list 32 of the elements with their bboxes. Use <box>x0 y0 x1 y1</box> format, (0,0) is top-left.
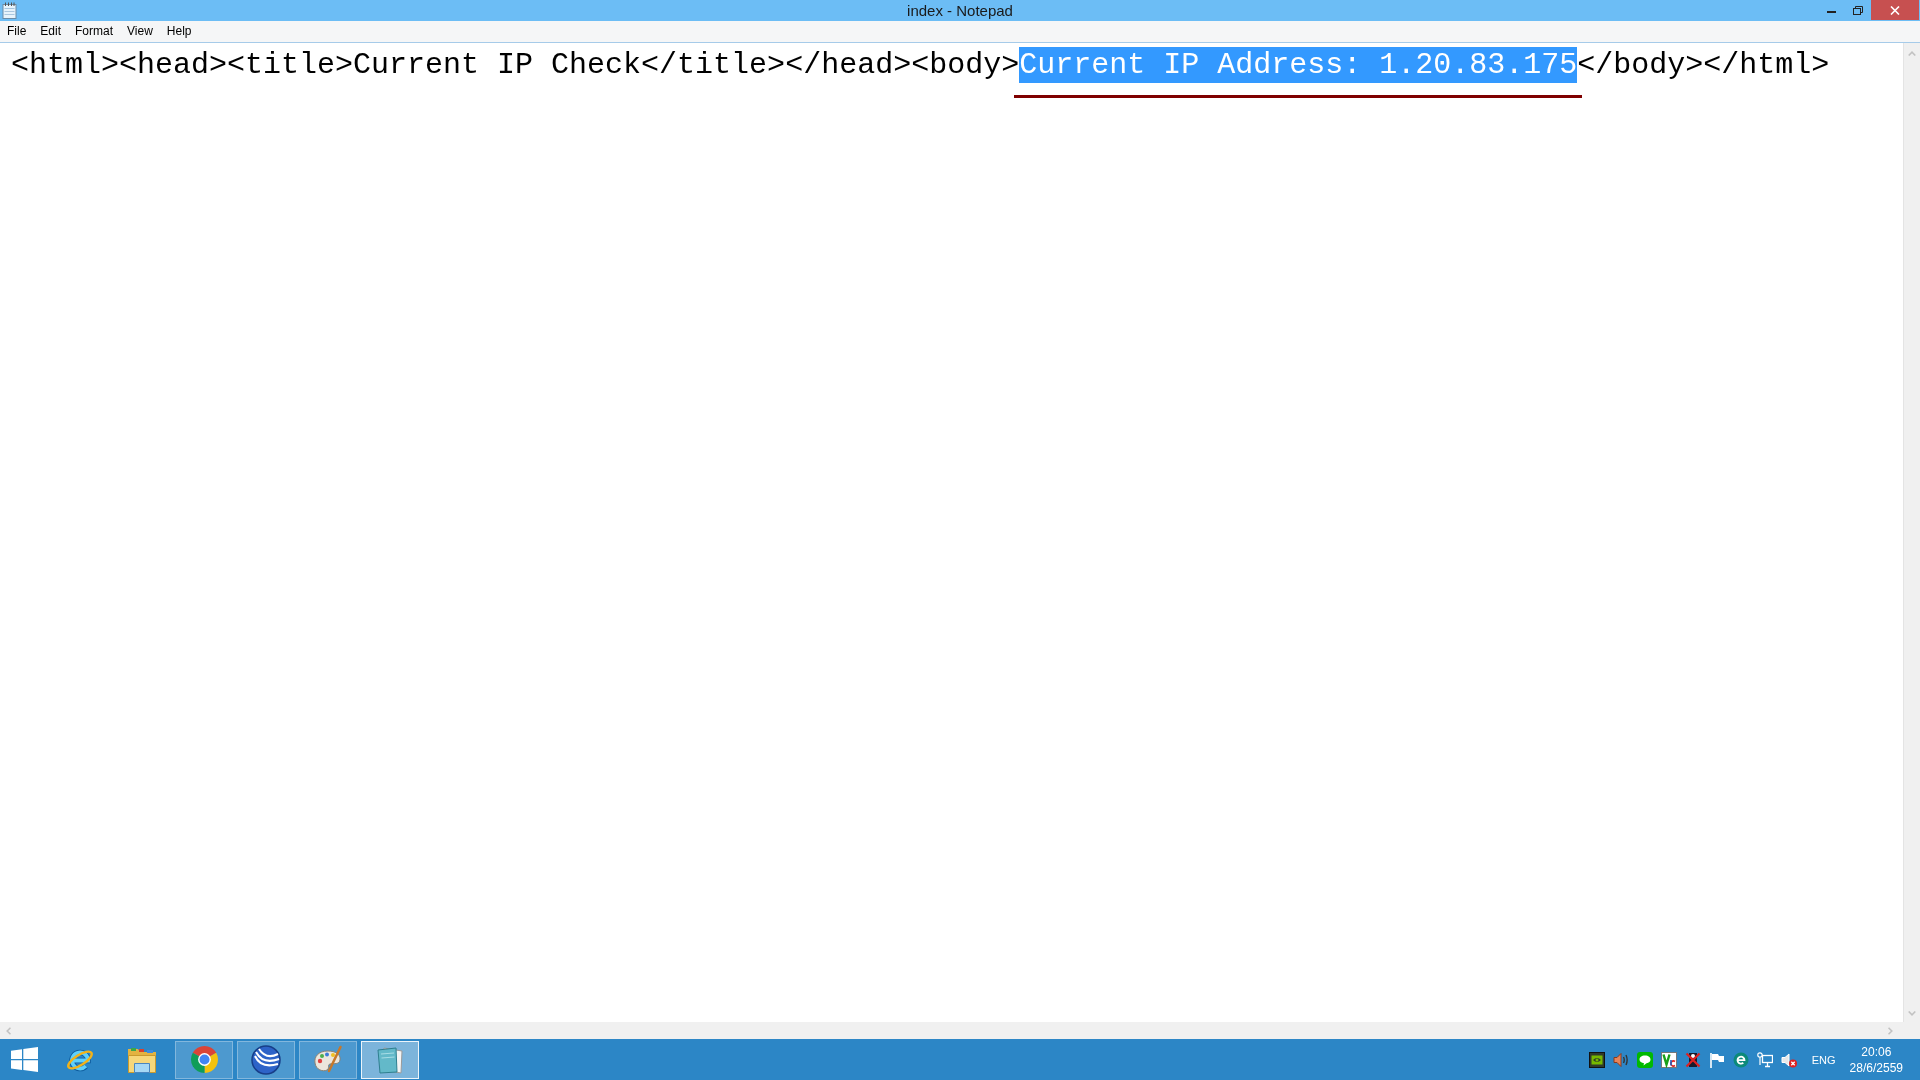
speaker-icon[interactable] <box>1612 1051 1629 1068</box>
swirl-tile-icon[interactable] <box>1588 1051 1605 1068</box>
segmented-circle-icon[interactable] <box>189 1045 219 1074</box>
menu-item[interactable]: Edit <box>33 22 69 41</box>
code-text: </body></html> <box>1577 47 1830 83</box>
code-text: Current IP Address: 1.20.83.175 <box>1019 47 1578 83</box>
e-circle-icon[interactable] <box>1732 1051 1749 1068</box>
speaker-cross-icon[interactable] <box>1780 1051 1797 1068</box>
code-text: <html><head><title>Current IP Check</title></head><body> <box>11 47 1020 83</box>
v-tile-icon[interactable] <box>1660 1051 1677 1068</box>
flag-icon[interactable] <box>1708 1051 1725 1068</box>
notebook-icon[interactable] <box>2 2 17 19</box>
language-indicator[interactable]: ENG <box>1811 1053 1836 1066</box>
menu-item[interactable]: Format <box>68 22 121 41</box>
menu-item[interactable]: File <box>0 22 34 41</box>
close-button[interactable] <box>1871 0 1919 20</box>
menu-item[interactable]: Help <box>159 22 199 41</box>
minimize-icon[interactable] <box>1827 10 1836 13</box>
clock-time: 20:06 <box>1861 1043 1892 1060</box>
monitor-icon[interactable] <box>1756 1051 1773 1068</box>
taskbar-button[interactable] <box>237 1040 295 1079</box>
restore-icon[interactable] <box>1853 5 1863 15</box>
chat-bubble-icon[interactable] <box>1636 1051 1653 1068</box>
window-title: index - Notepad <box>907 1 1013 21</box>
menu-item[interactable]: View <box>120 22 160 41</box>
clock-date: 28/6/2559 <box>1849 1059 1903 1076</box>
palette-icon[interactable] <box>312 1044 344 1075</box>
crossed-figure-icon[interactable] <box>1684 1051 1701 1068</box>
sphere-icon[interactable] <box>251 1044 281 1075</box>
close-icon[interactable] <box>1890 5 1900 15</box>
window-panes-icon[interactable] <box>10 1047 38 1072</box>
notebook-icon[interactable] <box>375 1044 405 1075</box>
